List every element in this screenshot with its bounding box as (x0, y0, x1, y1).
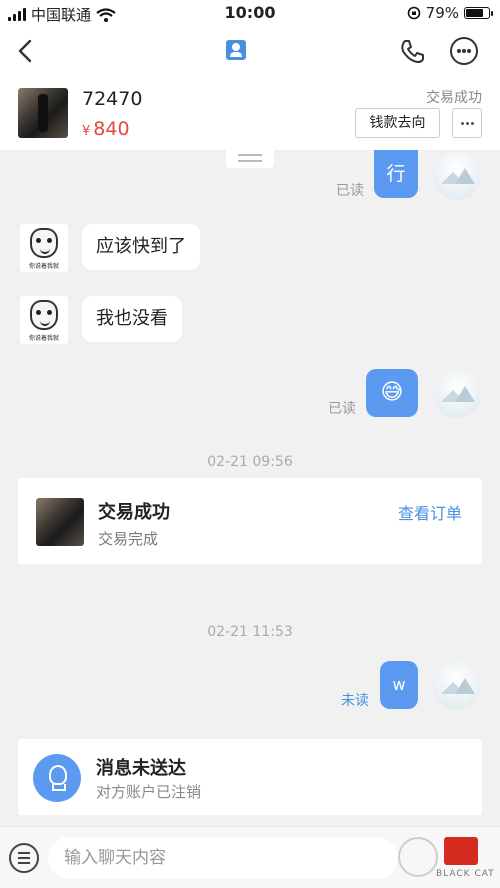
status-right: 79% (407, 4, 493, 22)
menu-icon[interactable] (9, 843, 39, 873)
my-avatar[interactable] (433, 662, 481, 710)
blackcat-watermark: BLACK CAT (392, 835, 498, 887)
product-price: ¥840 (82, 118, 130, 140)
notice-subtitle: 对方账户已注销 (96, 783, 202, 801)
read-status: 已读 (336, 183, 364, 199)
order-thumbnail (36, 498, 84, 546)
nav-bar (0, 26, 500, 78)
partner-avatar[interactable]: 你说着我就 (20, 224, 68, 272)
partner-avatar[interactable]: 你说着我就 (20, 296, 68, 344)
view-order-link[interactable]: 查看订单 (398, 500, 462, 524)
message-bubble-sent[interactable]: w (380, 661, 418, 709)
product-header[interactable]: 72470 ¥840 交易成功 钱款去向 (0, 78, 500, 150)
pull-indicator (226, 150, 274, 168)
message-bubble-sent[interactable]: 😅 (366, 369, 418, 417)
battery-icon (464, 7, 493, 19)
contact-icon[interactable] (226, 40, 246, 60)
order-title: 交易成功 (98, 502, 170, 523)
product-thumbnail[interactable] (18, 88, 68, 138)
order-subtitle: 交易完成 (98, 530, 159, 548)
order-card[interactable]: 交易成功 交易完成 查看订单 (18, 478, 482, 564)
message-bubble-received[interactable]: 我也没看 (82, 296, 182, 342)
chat-input[interactable] (48, 837, 398, 879)
chat-area[interactable]: 已读 行 你说着我就 应该快到了 你说着我就 我也没看 已读 😅 02-21 0… (0, 150, 500, 826)
money-destination-button[interactable]: 钱款去向 (355, 108, 440, 138)
orientation-lock-icon (407, 6, 420, 20)
my-avatar[interactable] (433, 370, 481, 418)
undelivered-notice-card: 消息未送达 对方账户已注销 (18, 739, 482, 815)
sweat-smile-emoji-icon: 😅 (380, 380, 404, 405)
timestamp: 02-21 11:53 (207, 624, 293, 640)
watermark-text: BLACK CAT (436, 869, 495, 879)
currency-symbol: ¥ (82, 124, 91, 139)
watermark-mark-icon (444, 837, 478, 865)
timestamp: 02-21 09:56 (207, 454, 293, 470)
battery-percent: 79% (425, 4, 459, 22)
lightbulb-icon (33, 754, 81, 802)
battery-fill (466, 9, 484, 17)
input-bar: BLACK CAT (0, 826, 500, 888)
unread-status: 未读 (341, 693, 369, 709)
price-value: 840 (93, 118, 130, 140)
message-bubble-sent[interactable]: 行 (374, 150, 418, 198)
read-status: 已读 (328, 401, 356, 417)
product-more-button[interactable] (452, 108, 482, 138)
phone-icon[interactable] (398, 37, 426, 65)
product-title: 72470 (82, 88, 143, 110)
trade-status: 交易成功 (426, 90, 482, 106)
more-options-icon[interactable] (450, 37, 478, 65)
message-bubble-received[interactable]: 应该快到了 (82, 224, 200, 270)
notice-title: 消息未送达 (96, 758, 186, 779)
back-icon[interactable] (12, 37, 40, 65)
status-bar: 中国联通 10:00 79% (0, 0, 500, 26)
cat-logo-icon (398, 837, 438, 877)
my-avatar[interactable] (433, 152, 481, 200)
